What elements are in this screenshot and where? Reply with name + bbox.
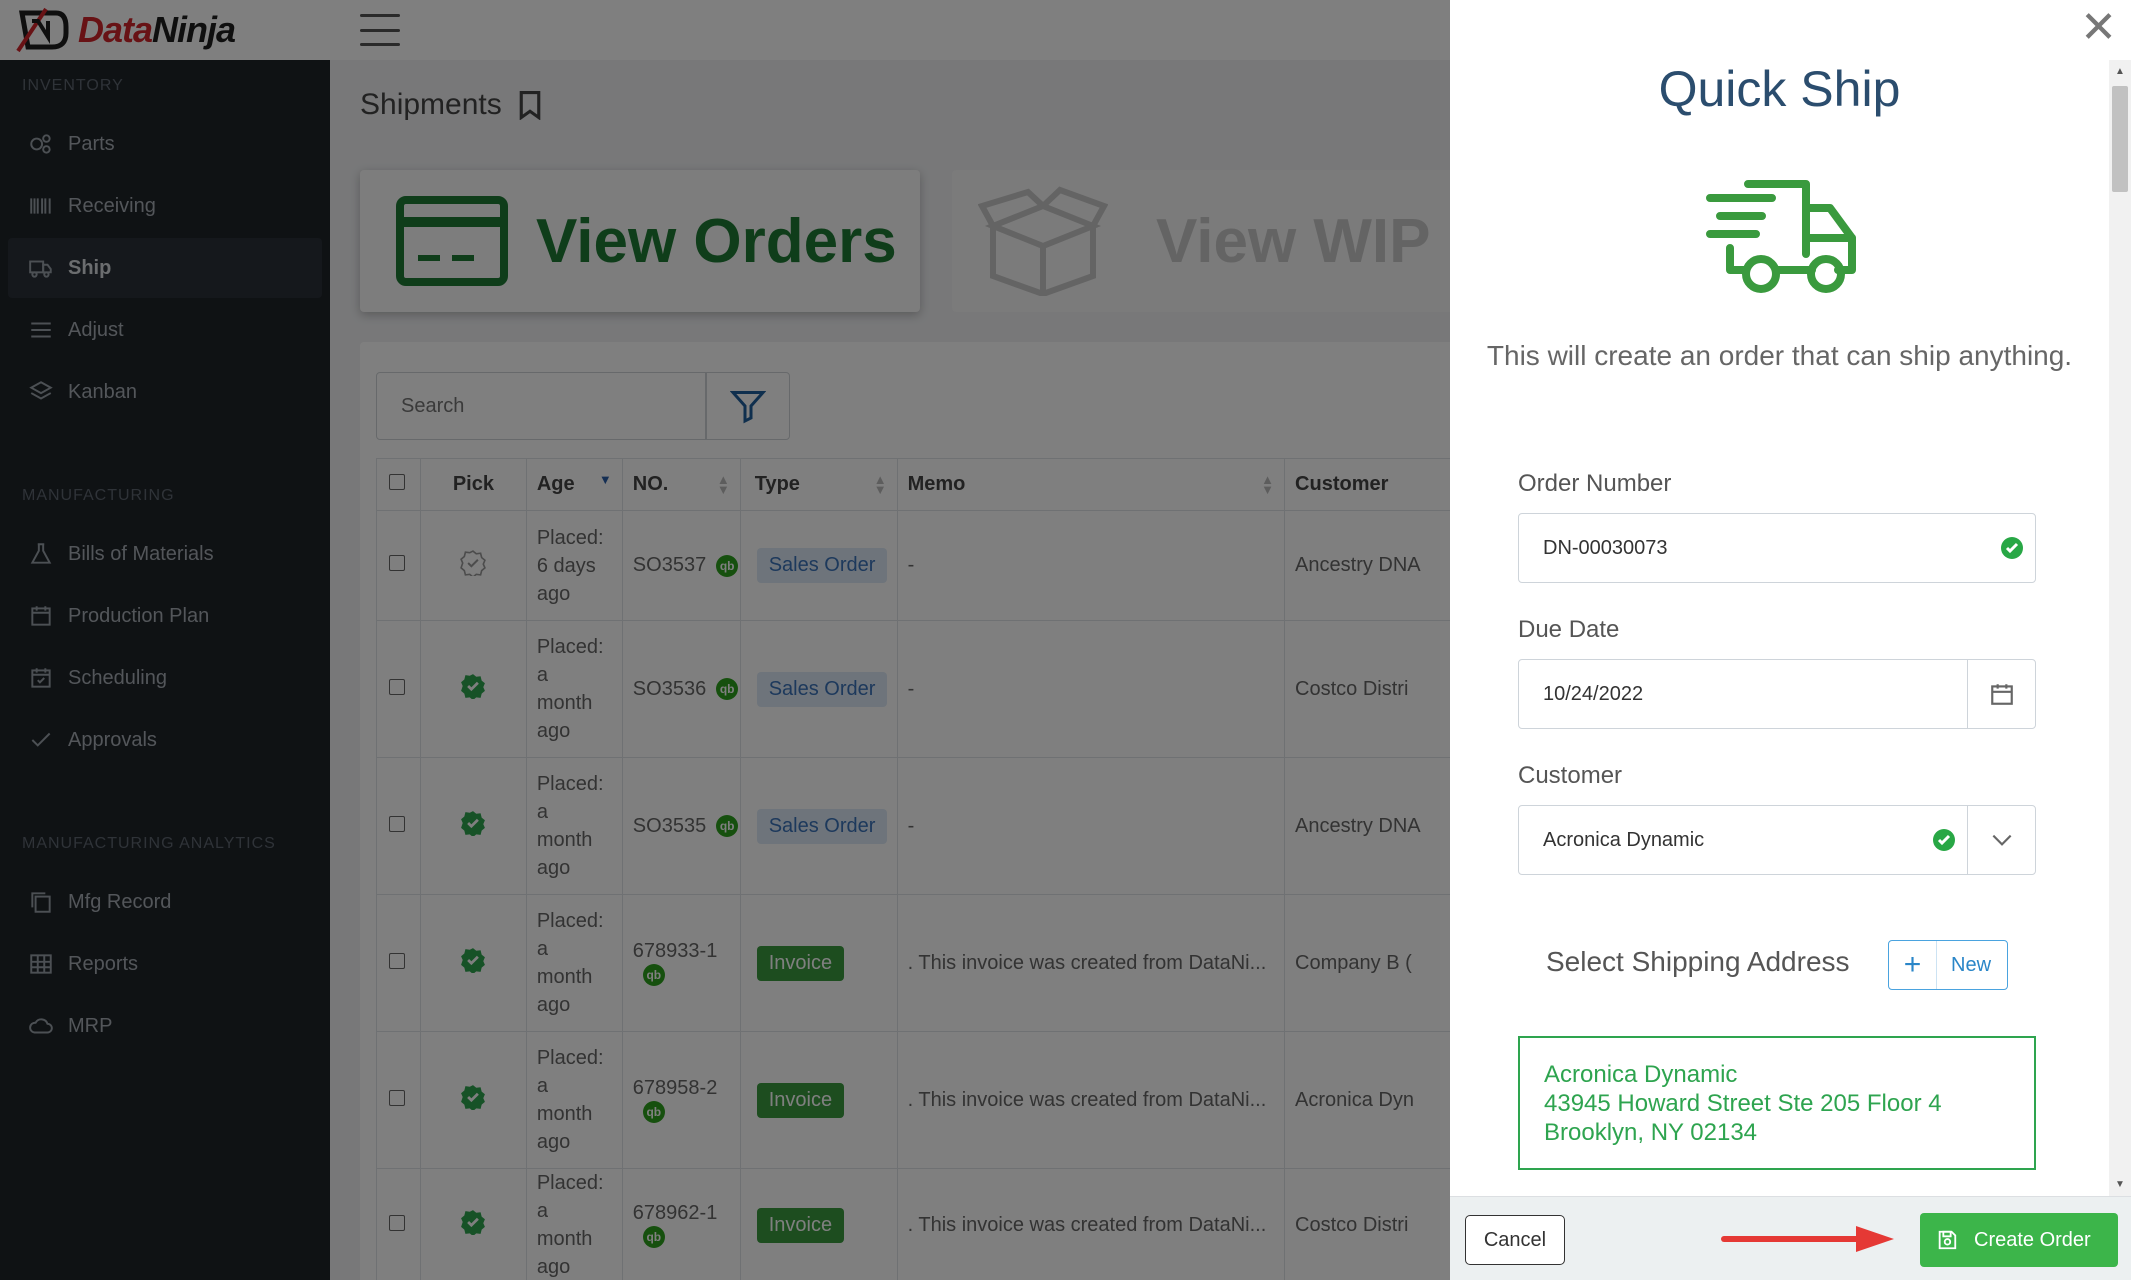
create-order-label: Create Order (1974, 1228, 2091, 1251)
modal-backdrop[interactable] (0, 0, 1450, 1280)
shipping-address-title: Select Shipping Address (1546, 946, 1850, 977)
drawer-subtitle: This will create an order that can ship … (1486, 340, 2073, 371)
address-line1: 43945 Howard Street Ste 205 Floor 4 (1544, 1090, 1942, 1117)
new-address-label: New (1951, 953, 1992, 976)
customer-dropdown-toggle[interactable] (1967, 806, 2035, 874)
calendar-icon (1990, 684, 2013, 705)
order-number-field[interactable]: DN-00030073 (1518, 513, 2036, 583)
scroll-up-icon[interactable]: ▲ (2115, 66, 2125, 77)
new-address-button[interactable]: + New (1888, 940, 2008, 990)
order-number-value: DN-00030073 (1543, 536, 1668, 559)
calendar-picker-button[interactable] (1967, 660, 2035, 728)
cancel-button[interactable]: Cancel (1465, 1215, 1565, 1265)
delivery-truck-icon (1706, 180, 1856, 293)
chevron-down-icon (1992, 834, 2011, 846)
due-date-value: 10/24/2022 (1543, 682, 1644, 705)
order-number-label: Order Number (1518, 470, 1672, 497)
drawer-title: Quick Ship (1658, 61, 1901, 117)
scroll-down-icon[interactable]: ▼ (2115, 1179, 2125, 1190)
due-date-field[interactable]: 10/24/2022 (1518, 659, 2036, 729)
plus-icon: + (1889, 941, 1937, 989)
save-icon (1920, 1213, 1974, 1267)
customer-select[interactable]: Acronica Dynamic (1518, 805, 2036, 875)
quick-ship-drawer: ✕ ▲ ▼ Quick Ship This will create an ord… (1450, 0, 2131, 1280)
drawer-footer: Cancel Create Order (1450, 1196, 2131, 1280)
create-order-button[interactable]: Create Order (1920, 1213, 2118, 1267)
address-name: Acronica Dynamic (1544, 1061, 1738, 1088)
customer-value: Acronica Dynamic (1543, 828, 1705, 851)
address-line2: Brooklyn, NY 02134 (1544, 1119, 1758, 1146)
valid-check-icon (2001, 537, 2023, 559)
due-date-label: Due Date (1518, 616, 1620, 643)
shipping-address-card[interactable]: Acronica Dynamic 43945 Howard Street Ste… (1518, 1036, 2036, 1170)
customer-label: Customer (1518, 762, 1623, 789)
valid-check-icon (1933, 829, 1955, 851)
close-icon[interactable]: ✕ (2080, 6, 2117, 50)
annotation-arrow-icon (1721, 1226, 1894, 1252)
drawer-scrollbar[interactable]: ▲ ▼ (2109, 60, 2131, 1196)
scrollbar-thumb[interactable] (2112, 86, 2128, 192)
